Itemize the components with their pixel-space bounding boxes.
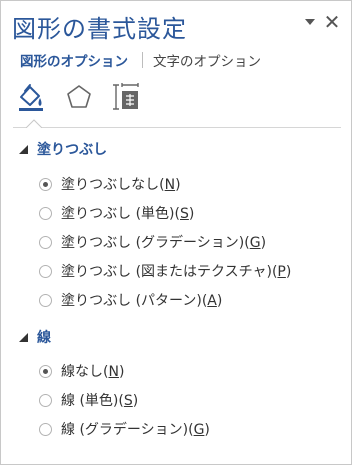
radio-button[interactable]	[39, 293, 52, 307]
tab-separator	[142, 52, 143, 68]
option-label: 線 (単色)(S)	[61, 393, 139, 409]
line-option-none[interactable]: 線なし(N)	[39, 361, 124, 381]
selected-category-caret	[26, 119, 42, 128]
pane-options-dropdown[interactable]	[301, 11, 319, 33]
radio-button[interactable]	[39, 235, 52, 249]
collapse-triangle-icon	[19, 332, 28, 342]
option-label: 塗りつぶし (パターン)(A)	[61, 293, 223, 309]
tab-text-options[interactable]: 文字のオプション	[151, 50, 263, 70]
size-properties-icon	[113, 83, 139, 110]
radio-button[interactable]	[39, 206, 52, 220]
radio-button[interactable]	[39, 364, 52, 378]
fill-line-icon	[19, 84, 43, 111]
option-tabs: 図形のオプション 文字のオプション	[18, 50, 263, 70]
icon-bar-divider	[13, 127, 341, 128]
option-label: 線 (グラデーション)(G)	[61, 422, 210, 438]
radio-button[interactable]	[39, 393, 52, 407]
fill-option-picture-texture[interactable]: 塗りつぶし (図またはテクスチャ)(P)	[39, 261, 291, 281]
fill-option-pattern[interactable]: 塗りつぶし (パターン)(A)	[39, 290, 222, 310]
chevron-down-icon	[305, 19, 315, 25]
fill-option-gradient[interactable]: 塗りつぶし (グラデーション)(G)	[39, 232, 266, 252]
tab-shape-options[interactable]: 図形のオプション	[18, 50, 130, 70]
line-option-solid[interactable]: 線 (単色)(S)	[39, 390, 138, 410]
pane-title: 図形の書式設定	[12, 15, 187, 43]
radio-button[interactable]	[39, 177, 52, 191]
fill-section-header[interactable]: 塗りつぶし	[19, 139, 107, 159]
effects-button[interactable]	[61, 79, 97, 115]
line-section-header[interactable]: 線	[19, 327, 51, 347]
close-icon: ✕	[323, 10, 341, 34]
radio-button[interactable]	[39, 422, 52, 436]
option-label: 塗りつぶしなし(N)	[61, 177, 181, 193]
radio-button[interactable]	[39, 264, 52, 278]
option-label: 塗りつぶし (単色)(S)	[61, 206, 195, 222]
collapse-triangle-icon	[19, 144, 28, 154]
line-option-gradient[interactable]: 線 (グラデーション)(G)	[39, 419, 210, 439]
size-properties-button[interactable]	[108, 79, 144, 115]
fill-section-label: 塗りつぶし	[37, 142, 108, 158]
option-label: 塗りつぶし (グラデーション)(G)	[61, 235, 267, 251]
fill-option-solid[interactable]: 塗りつぶし (単色)(S)	[39, 203, 194, 223]
format-shape-pane: 図形の書式設定 ✕ 図形のオプション 文字のオプション 塗りつぶし 塗りつぶしな…	[0, 0, 352, 465]
fill-line-button[interactable]	[13, 79, 49, 115]
line-section-label: 線	[37, 330, 51, 346]
effects-pentagon-icon	[67, 85, 91, 108]
option-label: 塗りつぶし (図またはテクスチャ)(P)	[61, 264, 292, 280]
fill-option-none[interactable]: 塗りつぶしなし(N)	[39, 174, 181, 194]
close-button[interactable]: ✕	[323, 11, 341, 33]
option-label: 線なし(N)	[61, 364, 125, 380]
